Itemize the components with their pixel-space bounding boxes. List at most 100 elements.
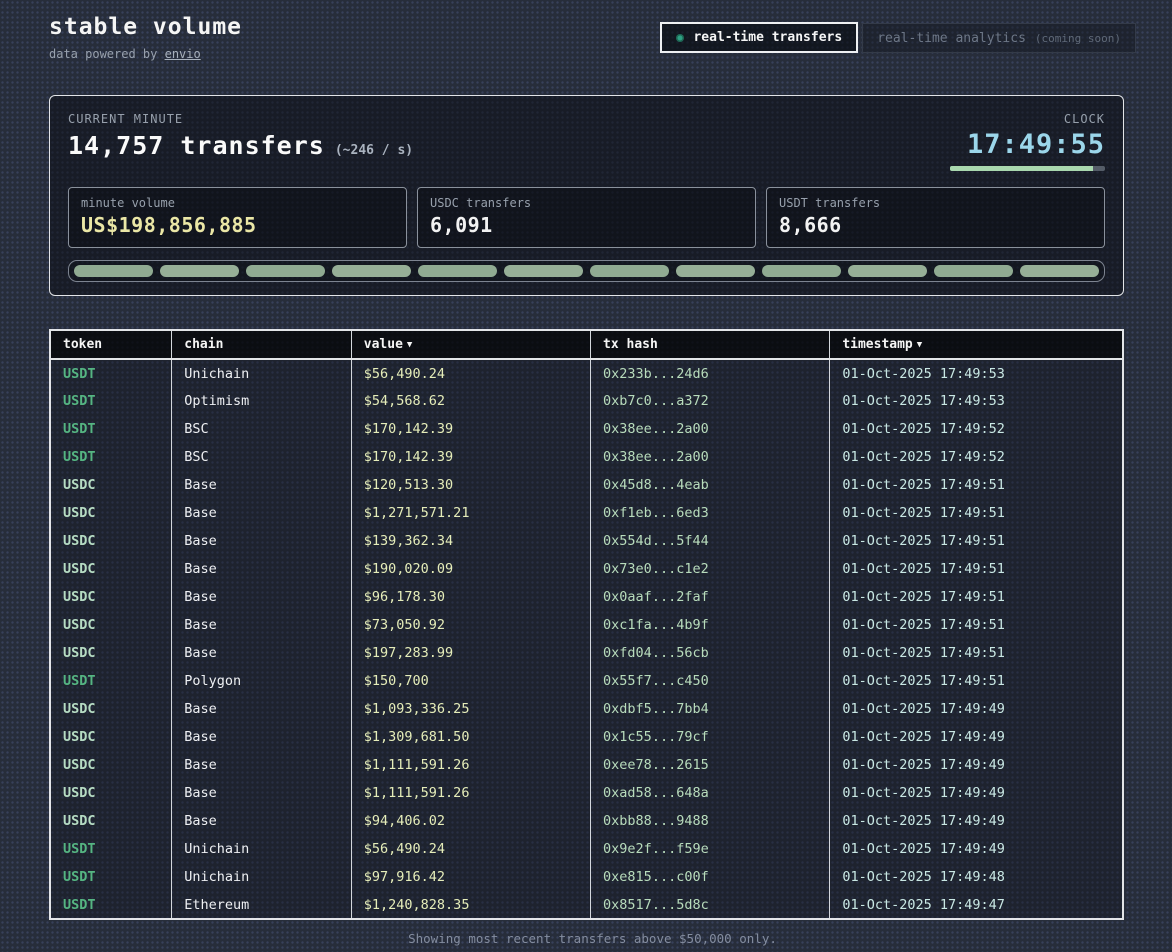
table-row: USDC Base $1,271,571.21 0xf1eb...6ed3 01…: [50, 499, 1123, 527]
value-cell: $170,142.39: [351, 443, 590, 471]
stat-usdc-transfers: USDC transfers 6,091: [417, 187, 756, 248]
tx-hash-link[interactable]: 0xe815...c00f: [591, 863, 830, 891]
clock-label: CLOCK: [950, 112, 1105, 126]
timestamp-cell: 01-Oct-2025 17:49:51: [830, 499, 1123, 527]
chain-cell: Base: [172, 611, 352, 639]
page-title: stable volume: [49, 14, 242, 40]
title-block: stable volume data powered by envio: [49, 14, 242, 61]
token-cell: USDT: [50, 359, 172, 387]
header: stable volume data powered by envio real…: [49, 14, 1136, 61]
table-row: USDT Polygon $150,700 0x55f7...c450 01-O…: [50, 667, 1123, 695]
powered-by-text: data powered by: [49, 47, 165, 61]
activity-segment: [74, 265, 153, 277]
tx-hash-link[interactable]: 0x45d8...4eab: [591, 471, 830, 499]
tx-hash-link[interactable]: 0x73e0...c1e2: [591, 555, 830, 583]
tx-hash-link[interactable]: 0xfd04...56cb: [591, 639, 830, 667]
value-cell: $56,490.24: [351, 835, 590, 863]
value-cell: $120,513.30: [351, 471, 590, 499]
tx-hash-link[interactable]: 0x233b...24d6: [591, 359, 830, 387]
table-header-row: tokenchainvalue▼tx hashtimestamp▼: [50, 330, 1123, 359]
token-cell: USDC: [50, 807, 172, 835]
tab-real-time-analytics[interactable]: real-time analytics (coming soon): [862, 23, 1136, 53]
value-cell: $139,362.34: [351, 527, 590, 555]
tx-hash-link[interactable]: 0x38ee...2a00: [591, 415, 830, 443]
value-cell: $54,568.62: [351, 387, 590, 415]
column-header-value[interactable]: value▼: [351, 330, 590, 359]
value-cell: $73,050.92: [351, 611, 590, 639]
tx-hash-link[interactable]: 0xb7c0...a372: [591, 387, 830, 415]
chain-cell: Base: [172, 471, 352, 499]
tx-hash-link[interactable]: 0x554d...5f44: [591, 527, 830, 555]
value-cell: $190,020.09: [351, 555, 590, 583]
tx-hash-link[interactable]: 0x55f7...c450: [591, 667, 830, 695]
timestamp-cell: 01-Oct-2025 17:49:51: [830, 611, 1123, 639]
minute-volume-value: US$198,856,885: [81, 213, 394, 237]
chain-cell: Base: [172, 807, 352, 835]
table-row: USDC Base $1,309,681.50 0x1c55...79cf 01…: [50, 723, 1123, 751]
activity-segment: [504, 265, 583, 277]
current-minute-label: CURRENT MINUTE: [68, 112, 413, 126]
value-cell: $197,283.99: [351, 639, 590, 667]
chain-cell: Base: [172, 751, 352, 779]
token-cell: USDT: [50, 863, 172, 891]
usdc-transfers-value: 6,091: [430, 213, 743, 237]
tx-hash-link[interactable]: 0xc1fa...4b9f: [591, 611, 830, 639]
tx-hash-link[interactable]: 0x8517...5d8c: [591, 891, 830, 919]
token-cell: USDC: [50, 639, 172, 667]
tx-hash-link[interactable]: 0xf1eb...6ed3: [591, 499, 830, 527]
stat-minute-volume: minute volume US$198,856,885: [68, 187, 407, 248]
sort-desc-icon: ▼: [917, 340, 922, 350]
column-header-timestamp[interactable]: timestamp▼: [830, 330, 1123, 359]
activity-segment-bar: [68, 260, 1105, 282]
chain-cell: Base: [172, 639, 352, 667]
tx-hash-link[interactable]: 0xad58...648a: [591, 779, 830, 807]
minute-progress-bar: [950, 166, 1105, 171]
table-row: USDT BSC $170,142.39 0x38ee...2a00 01-Oc…: [50, 415, 1123, 443]
table-row: USDT Unichain $56,490.24 0x233b...24d6 0…: [50, 359, 1123, 387]
value-cell: $1,271,571.21: [351, 499, 590, 527]
usdt-transfers-value: 8,666: [779, 213, 1092, 237]
tx-hash-link[interactable]: 0xbb88...9488: [591, 807, 830, 835]
tx-hash-link[interactable]: 0x1c55...79cf: [591, 723, 830, 751]
value-cell: $97,916.42: [351, 863, 590, 891]
table-row: USDT BSC $170,142.39 0x38ee...2a00 01-Oc…: [50, 443, 1123, 471]
timestamp-cell: 01-Oct-2025 17:49:51: [830, 527, 1123, 555]
chain-cell: Base: [172, 555, 352, 583]
chain-cell: Unichain: [172, 359, 352, 387]
timestamp-cell: 01-Oct-2025 17:49:52: [830, 443, 1123, 471]
token-cell: USDT: [50, 415, 172, 443]
token-cell: USDC: [50, 583, 172, 611]
tx-hash-link[interactable]: 0x38ee...2a00: [591, 443, 830, 471]
chain-cell: BSC: [172, 415, 352, 443]
timestamp-cell: 01-Oct-2025 17:49:49: [830, 835, 1123, 863]
table-row: USDC Base $120,513.30 0x45d8...4eab 01-O…: [50, 471, 1123, 499]
chain-cell: Base: [172, 779, 352, 807]
table-row: USDC Base $1,093,336.25 0xdbf5...7bb4 01…: [50, 695, 1123, 723]
tx-hash-link[interactable]: 0x0aaf...2faf: [591, 583, 830, 611]
value-cell: $150,700: [351, 667, 590, 695]
envio-link[interactable]: envio: [165, 47, 201, 61]
tab-label: real-time analytics: [877, 31, 1026, 46]
value-cell: $1,111,591.26: [351, 751, 590, 779]
tx-hash-link[interactable]: 0xee78...2615: [591, 751, 830, 779]
token-cell: USDT: [50, 835, 172, 863]
token-cell: USDC: [50, 751, 172, 779]
transfer-count: 14,757 transfers: [68, 131, 325, 160]
token-cell: USDT: [50, 387, 172, 415]
timestamp-cell: 01-Oct-2025 17:49:53: [830, 387, 1123, 415]
tx-hash-link[interactable]: 0xdbf5...7bb4: [591, 695, 830, 723]
value-cell: $56,490.24: [351, 359, 590, 387]
activity-segment: [676, 265, 755, 277]
tx-hash-link[interactable]: 0x9e2f...f59e: [591, 835, 830, 863]
activity-segment: [332, 265, 411, 277]
chain-cell: Base: [172, 527, 352, 555]
table-row: USDC Base $94,406.02 0xbb88...9488 01-Oc…: [50, 807, 1123, 835]
timestamp-cell: 01-Oct-2025 17:49:51: [830, 639, 1123, 667]
column-header-tx-hash: tx hash: [591, 330, 830, 359]
value-cell: $1,093,336.25: [351, 695, 590, 723]
transfer-rate: (~246 / s): [335, 143, 413, 158]
timestamp-cell: 01-Oct-2025 17:49:49: [830, 723, 1123, 751]
page: stable volume data powered by envio real…: [0, 0, 1172, 946]
timestamp-cell: 01-Oct-2025 17:49:49: [830, 779, 1123, 807]
tab-real-time-transfers[interactable]: real-time transfers: [660, 22, 858, 53]
